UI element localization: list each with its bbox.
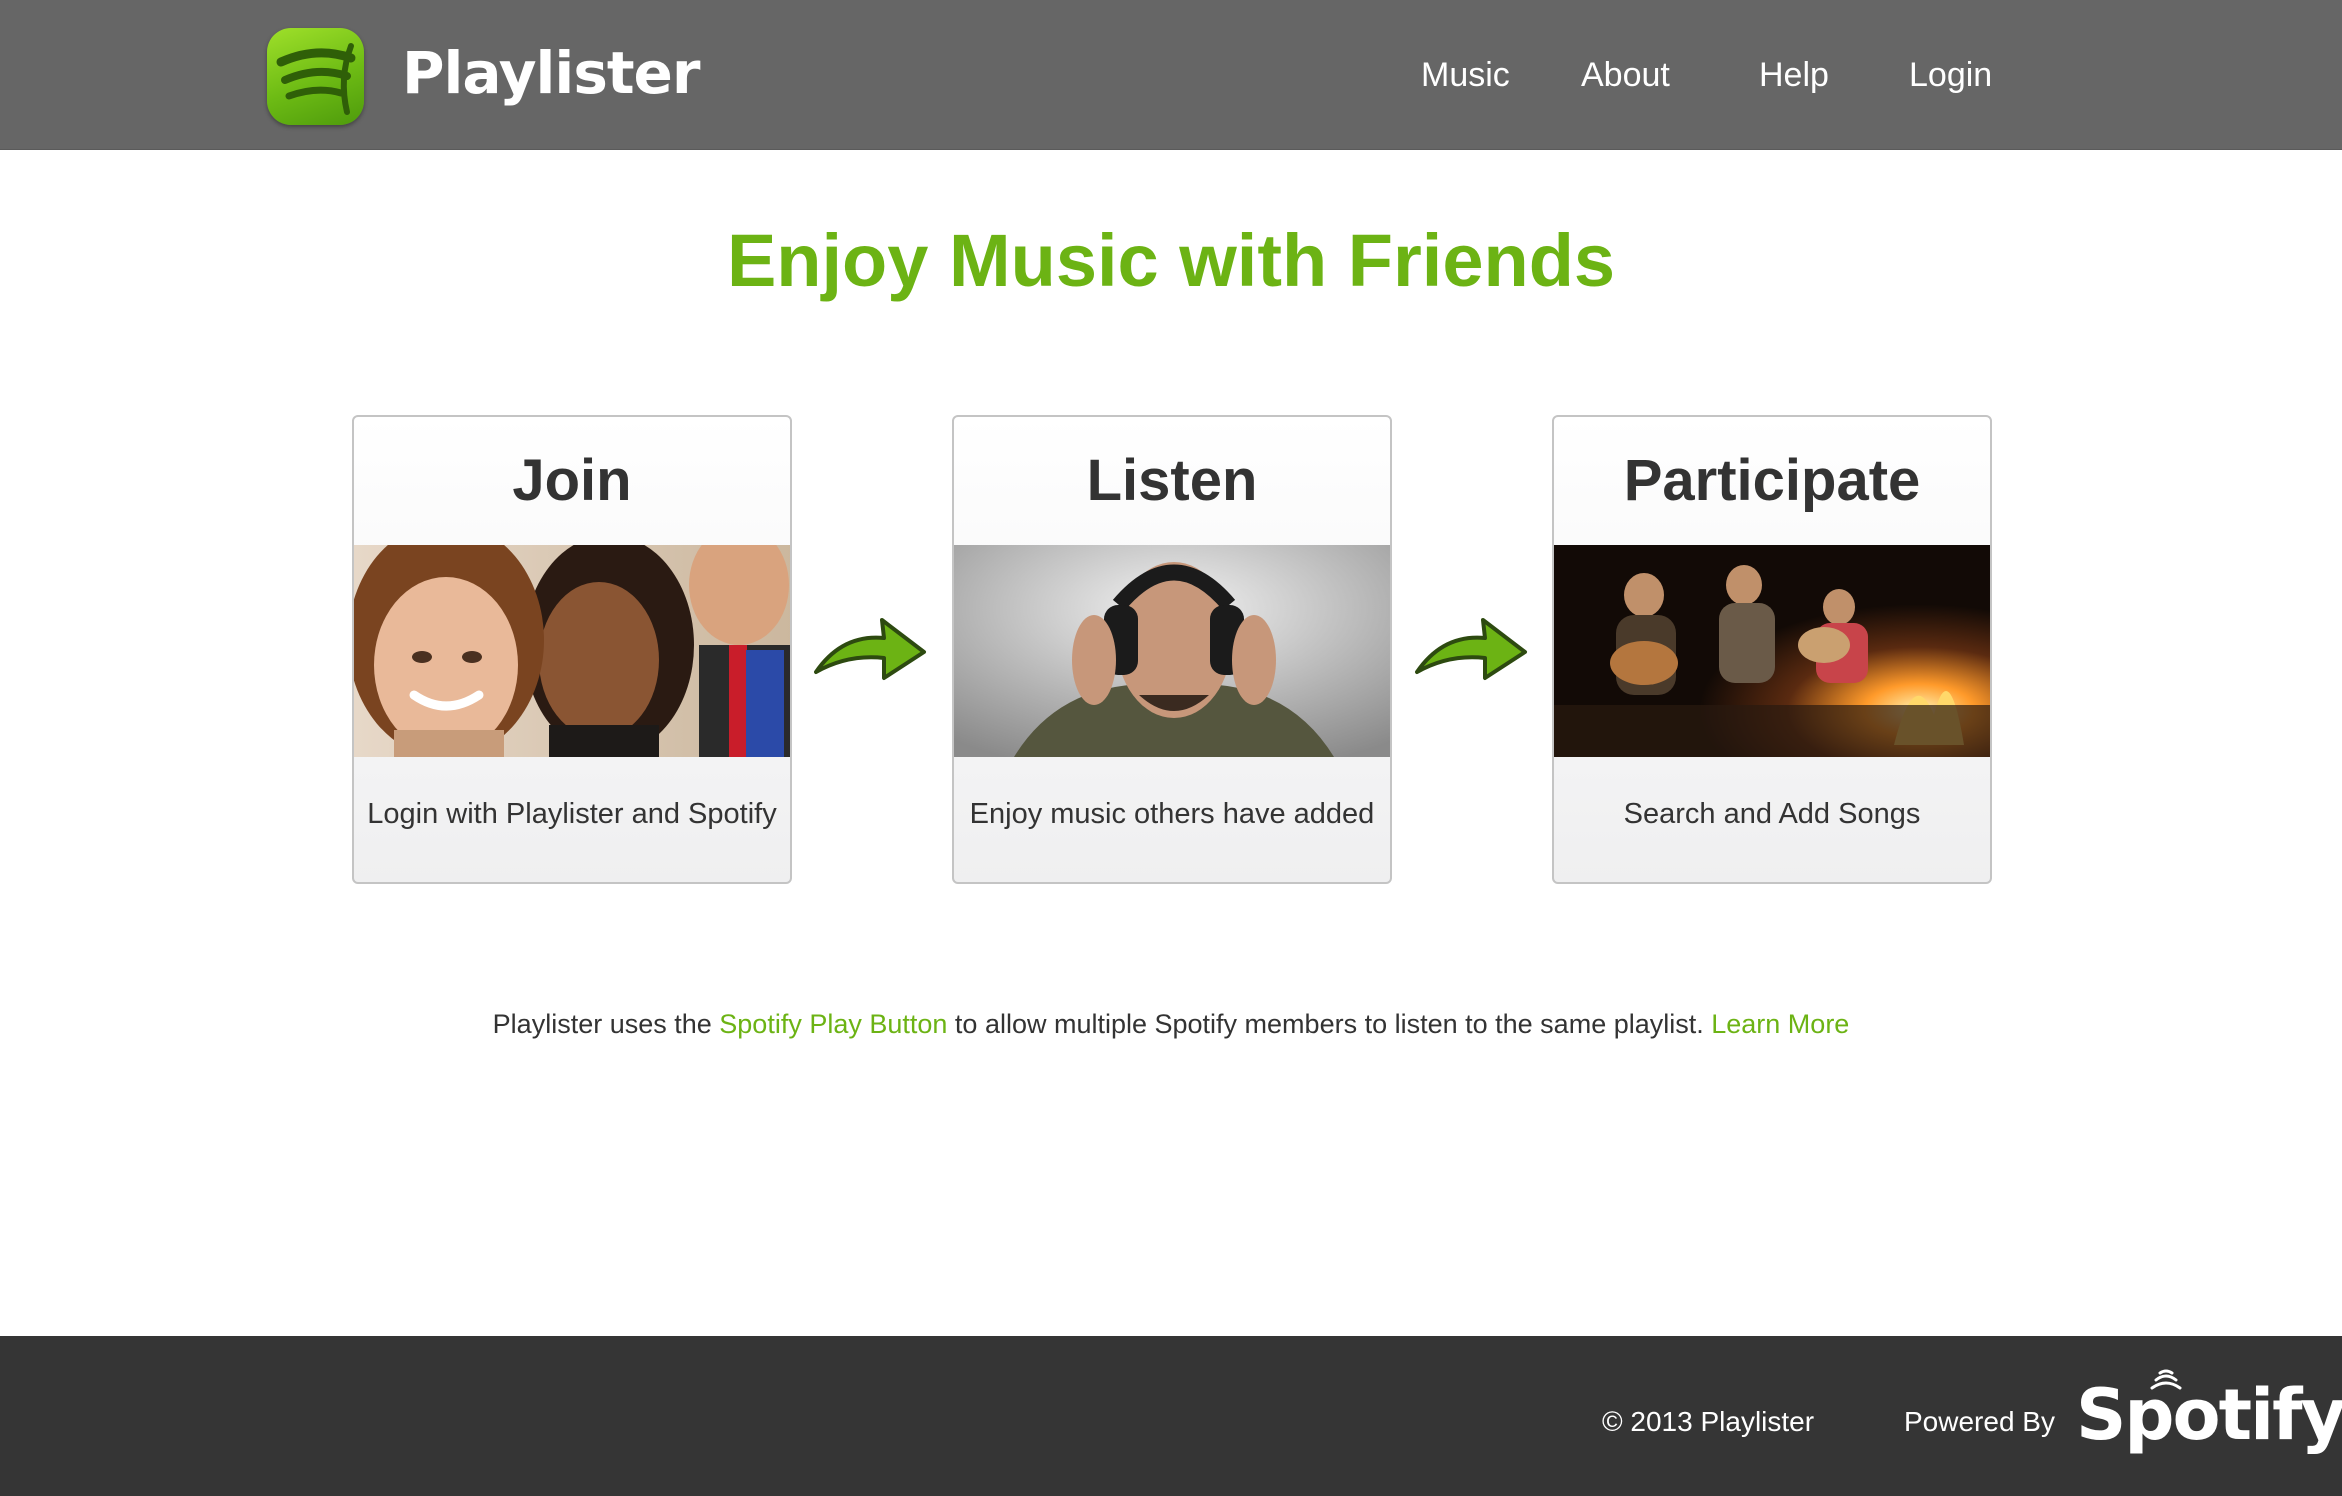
- brand-name[interactable]: Playlister: [402, 38, 701, 108]
- headphones-photo: [954, 545, 1390, 757]
- nav-help[interactable]: Help: [1759, 50, 1829, 100]
- card-caption: Enjoy music others have added: [969, 798, 1375, 830]
- spotify-play-button-link[interactable]: Spotify Play Button: [719, 1009, 947, 1039]
- friends-photo: [354, 545, 790, 757]
- copyright-text: © 2013 Playlister: [1602, 1406, 1815, 1437]
- nav-about[interactable]: About: [1581, 50, 1670, 100]
- playlister-logo-icon[interactable]: [267, 28, 364, 125]
- info-line: Playlister uses the Spotify Play Button …: [0, 1009, 2342, 1040]
- arrow-right-icon: [812, 612, 932, 692]
- card-title: Participate: [1623, 448, 1921, 513]
- card-participate: Participate Search and Add Songs: [1552, 415, 1992, 884]
- spotify-waves-icon: [2150, 1369, 2182, 1390]
- card-caption: Login with Playlister and Spotify: [367, 798, 777, 830]
- page-headline: Enjoy Music with Friends: [726, 219, 1616, 302]
- card-caption: Search and Add Songs: [1623, 798, 1921, 830]
- nav-login[interactable]: Login: [1909, 50, 1992, 100]
- card-title: Join: [512, 448, 632, 513]
- card-join: Join Login with Playlister and Spotify: [352, 415, 792, 884]
- spotify-logo[interactable]: Spotify: [2076, 1369, 2342, 1456]
- card-title: Listen: [1086, 448, 1258, 513]
- powered-by-label: Powered By: [1904, 1406, 2055, 1437]
- campfire-photo: [1554, 545, 1990, 757]
- top-nav-bar: Playlister Music About Help Login: [0, 0, 2342, 150]
- footer: © 2013 Playlister Powered By Spotify: [0, 1336, 2342, 1496]
- nav-music[interactable]: Music: [1421, 50, 1510, 100]
- info-text-2: to allow multiple Spotify members to lis…: [947, 1009, 1712, 1039]
- info-text-1: Playlister uses the: [492, 1009, 720, 1039]
- learn-more-link[interactable]: Learn More: [1711, 1009, 1849, 1039]
- arrow-right-icon: [1413, 612, 1533, 692]
- card-listen: Listen Enjoy music others have added: [952, 415, 1392, 884]
- spotify-logo-text: Spotify: [2076, 1374, 2342, 1456]
